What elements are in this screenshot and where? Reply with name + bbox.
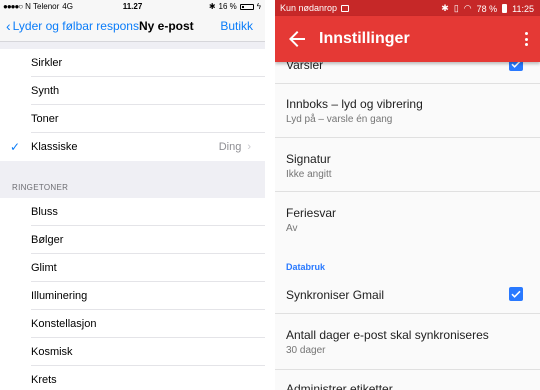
ringtone-label: Kosmisk [31, 346, 73, 358]
ringtone-label: Glimt [31, 262, 57, 274]
setting-vacation-responder[interactable]: Feriesvar Av [275, 192, 540, 248]
wifi-icon: ◠ [463, 3, 472, 13]
setting-signature[interactable]: Signatur Ikke angitt [275, 138, 540, 192]
ringtone-label: Konstellasjon [31, 318, 97, 330]
status-time: 11:25 [512, 3, 534, 14]
page-title: Ny e-post [139, 19, 194, 33]
tone-label: Sirkler [31, 57, 63, 69]
setting-title: Administrer etiketter [286, 382, 393, 390]
overflow-menu-icon[interactable] [522, 30, 530, 48]
battery-percent: 16 % [218, 2, 237, 11]
setting-title: Signatur [286, 152, 331, 166]
ringtone-row-krets[interactable]: Krets [0, 366, 265, 390]
tone-label: Synth [31, 85, 60, 97]
android-panel: Kun nødanrop ✱ ▯ ◠ 78 % 11:25 Innstillin… [275, 0, 540, 390]
setting-summary: 30 dager [286, 345, 326, 356]
setting-summary: Ikke angitt [286, 169, 332, 180]
setting-title: Innboks – lyd og vibrering [286, 97, 423, 111]
arrow-back-icon[interactable] [285, 27, 309, 51]
page-title: Innstillinger [319, 30, 410, 47]
screenshot-notification-icon [341, 4, 350, 12]
ringtone-row-illuminering[interactable]: Illuminering [0, 282, 265, 310]
ringtone-list: Bluss Bølger Glimt Illuminering Konstell… [0, 198, 265, 390]
checkmark-icon: ✓ [10, 140, 21, 154]
setting-title: Antall dager e-post skal synkroniseres [286, 328, 489, 342]
alert-tone-list: Sirkler Synth Toner ✓ Klassiske Ding › [0, 49, 265, 161]
tone-detail-value: Ding [218, 141, 242, 153]
store-button[interactable]: Butikk [220, 19, 253, 33]
setting-title: Synkroniser Gmail [286, 288, 385, 302]
ringtone-row-bluss[interactable]: Bluss [0, 198, 265, 226]
ios-status-bar: ●●●●○ N Telenor 4G 11.27 ✱ 16 % ϟ [0, 0, 265, 12]
ringtones-section-header: RINGETONER [12, 183, 69, 192]
tone-row-klassiske[interactable]: ✓ Klassiske Ding › [0, 133, 265, 161]
setting-days-to-sync[interactable]: Antall dager e-post skal synkroniseres 3… [275, 314, 540, 370]
ringtone-row-glimt[interactable]: Glimt [0, 254, 265, 282]
vibrate-icon: ▯ [453, 3, 459, 13]
setting-summary: Av [286, 223, 298, 234]
bluetooth-icon: ✱ [208, 2, 216, 11]
carrier-label: Kun nødanrop [280, 3, 338, 13]
ios-panel: ●●●●○ N Telenor 4G 11.27 ✱ 16 % ϟ ‹ Lyde… [0, 0, 265, 390]
setting-manage-labels[interactable]: Administrer etiketter [275, 370, 540, 390]
battery-icon [502, 4, 508, 13]
tone-row-sirkler[interactable]: Sirkler [0, 49, 265, 77]
tone-label: Toner [31, 113, 59, 125]
chevron-right-icon: › [247, 141, 251, 153]
ringtone-row-konstellasjon[interactable]: Konstellasjon [0, 310, 265, 338]
tone-label: Klassiske [31, 141, 78, 153]
sync-gmail-checkbox[interactable] [509, 287, 523, 301]
ringtone-row-bolger[interactable]: Bølger [0, 226, 265, 254]
battery-percent: 78 % [476, 3, 498, 14]
back-button[interactable]: ‹ Lyder og følbar respons [6, 19, 139, 33]
ringtone-label: Bluss [31, 206, 58, 218]
ios-navigation-bar: ‹ Lyder og følbar respons Ny e-post Buti… [0, 12, 265, 42]
ringtone-row-kosmisk[interactable]: Kosmisk [0, 338, 265, 366]
charging-icon: ϟ [256, 2, 261, 11]
setting-summary: Lyd på – varsle én gang [286, 114, 393, 125]
ringtone-label: Bølger [31, 234, 64, 246]
tone-detail: Ding › [219, 141, 251, 153]
data-usage-section-header: Databruk [286, 262, 326, 272]
setting-title: Feriesvar [286, 206, 337, 220]
ringtone-label: Krets [31, 374, 57, 386]
bluetooth-icon: ✱ [441, 3, 449, 13]
app-toolbar: Innstillinger [275, 16, 540, 62]
tone-row-toner[interactable]: Toner [0, 105, 265, 133]
back-button-label: Lyder og følbar respons [12, 19, 139, 33]
tone-row-synth[interactable]: Synth [0, 77, 265, 105]
setting-inbox-sound[interactable]: Innboks – lyd og vibrering Lyd på – vars… [275, 84, 540, 138]
setting-sync-gmail[interactable]: Synkroniser Gmail [275, 278, 540, 314]
android-status-bar: Kun nødanrop ✱ ▯ ◠ 78 % 11:25 [275, 0, 540, 16]
ringtone-label: Illuminering [31, 290, 88, 302]
chevron-left-icon: ‹ [6, 18, 11, 34]
battery-icon [239, 3, 254, 10]
